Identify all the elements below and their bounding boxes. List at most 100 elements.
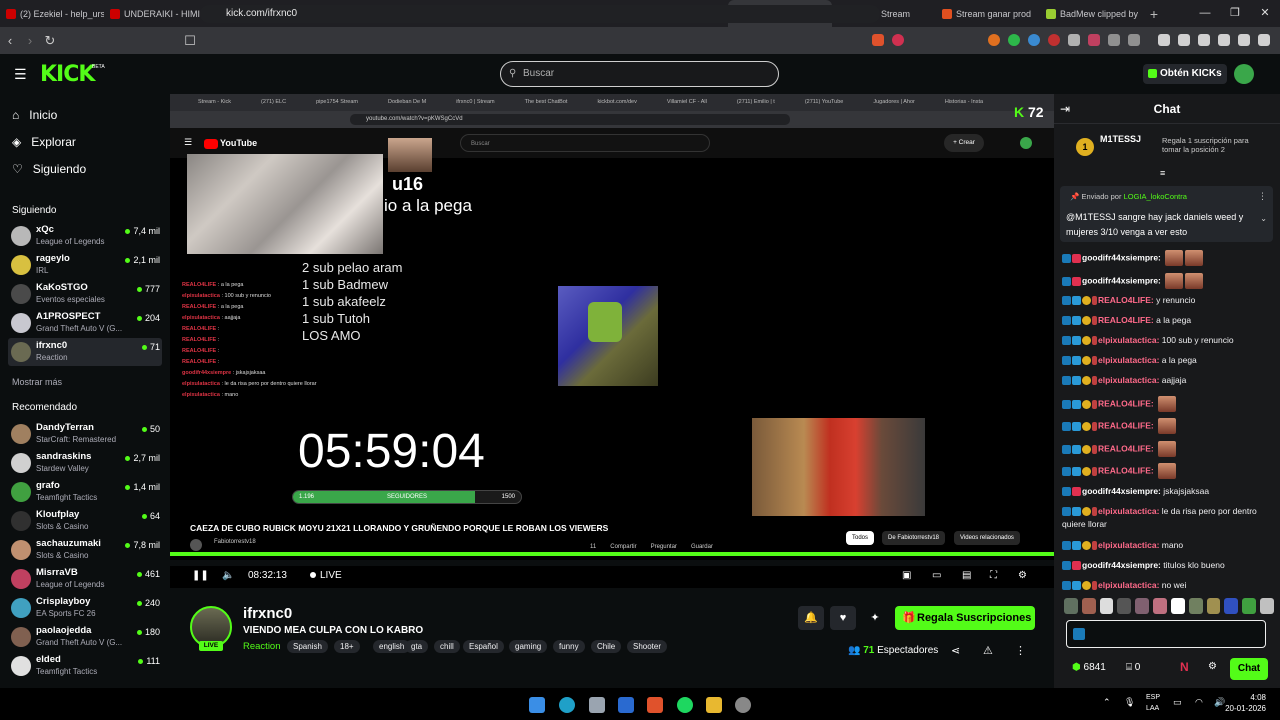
stream-category[interactable]: Reaction xyxy=(243,641,281,652)
wifi-icon[interactable]: ◠ xyxy=(1195,697,1203,708)
chat-username[interactable]: elpixulatactica: xyxy=(1098,375,1159,385)
store-icon[interactable] xyxy=(618,697,634,713)
emote-icon[interactable] xyxy=(1260,598,1274,614)
media-icon[interactable] xyxy=(1158,34,1170,46)
new-tab-button[interactable]: + xyxy=(1144,6,1164,22)
obs-icon[interactable] xyxy=(735,697,751,713)
chat-username[interactable]: elpixulatactica: xyxy=(1098,506,1159,516)
reload-icon[interactable]: ↻ xyxy=(40,33,60,49)
user-avatar[interactable] xyxy=(1234,64,1254,84)
windows-start-icon[interactable] xyxy=(529,697,545,713)
emote-icon[interactable] xyxy=(1117,598,1132,614)
channel-name[interactable]: ifrxnc0 xyxy=(243,605,292,622)
stream-tag[interactable]: 18+ xyxy=(334,640,360,653)
emote-icon[interactable] xyxy=(1064,598,1078,614)
fullscreen-icon[interactable]: ⛶ xyxy=(990,570,997,581)
sidebar-channel-paolaojedda[interactable]: paolaojedda Grand Theft Auto V (G... 180 xyxy=(8,623,162,651)
chat-username[interactable]: REALO4LIFE: xyxy=(1098,465,1154,475)
emote-icon[interactable] xyxy=(1170,598,1185,614)
chat-username[interactable]: REALO4LIFE: xyxy=(1098,443,1154,453)
brave-shield-icon[interactable] xyxy=(872,34,884,46)
close-window-button[interactable]: ✕ xyxy=(1250,0,1280,27)
stream-tag[interactable]: Español xyxy=(463,640,504,653)
report-icon[interactable]: ⚠ xyxy=(983,644,993,657)
chat-username[interactable]: REALO4LIFE: xyxy=(1098,295,1154,305)
stream-tag[interactable]: funny xyxy=(553,640,585,653)
chat-username[interactable]: REALO4LIFE: xyxy=(1098,315,1154,325)
sidebar-channel-a1prospect[interactable]: A1PROSPECT Grand Theft Auto V (G... 204 xyxy=(8,309,162,337)
maximize-button[interactable]: ❐ xyxy=(1220,0,1250,27)
chat-username[interactable]: goodifr44xsiempre: xyxy=(1082,252,1161,262)
pinned-options-icon[interactable]: ⋮ xyxy=(1258,191,1267,202)
collapse-chat-icon[interactable]: ⇥ xyxy=(1060,102,1070,116)
sidebar-channel-dandyterran[interactable]: DandyTerran StarCraft: Remastered 50 xyxy=(8,420,162,448)
extension-icon[interactable] xyxy=(1008,34,1020,46)
mic-icon[interactable]: 🎙 xyxy=(1124,697,1135,708)
emote-icon[interactable] xyxy=(1206,598,1221,614)
emote-icon[interactable] xyxy=(1242,598,1257,614)
sparkle-button[interactable]: ✦ xyxy=(862,606,888,630)
emote-icon[interactable] xyxy=(1153,598,1167,614)
points-display[interactable]: ⬢ 6841 xyxy=(1072,662,1106,673)
kick-logo[interactable]: KICK xyxy=(40,62,95,87)
nav-siguiendo[interactable]: ♡ Siguiendo xyxy=(12,162,86,176)
extension-icon[interactable] xyxy=(1048,34,1060,46)
nav-explorar[interactable]: ◈ Explorar xyxy=(12,135,76,149)
stream-tag[interactable]: gaming xyxy=(509,640,548,653)
browser-tab[interactable]: (2) Ezekiel - help_urself xyxy=(0,0,104,27)
extension-icon[interactable] xyxy=(1068,34,1080,46)
spotify-icon[interactable] xyxy=(677,697,693,713)
chat-username[interactable]: REALO4LIFE: xyxy=(1098,420,1154,430)
chat-username[interactable]: elpixulatactica: xyxy=(1098,335,1159,345)
sidebar-channel-sandraskins[interactable]: sandraskins Stardew Valley 2,7 mil xyxy=(8,449,162,477)
system-clock[interactable]: 4:08 20-01-2026 xyxy=(1225,692,1266,714)
sidebar-channel-crisplayboy[interactable]: Crisplayboy EA Sports FC 26 240 xyxy=(8,594,162,622)
pause-icon[interactable]: ❚❚ xyxy=(192,570,209,581)
stream-tag[interactable]: Shooter xyxy=(627,640,668,653)
language-indicator[interactable]: ESP LAA xyxy=(1146,692,1160,714)
sidebar-channel-elded[interactable]: elded Teamfight Tactics 111 xyxy=(8,652,162,680)
settings-icon[interactable]: ⚙ xyxy=(1018,570,1027,581)
extension-icon[interactable] xyxy=(1028,34,1040,46)
sidebar-channel-rageylo[interactable]: rageylo IRL 2,1 mil xyxy=(8,251,162,279)
chat-input[interactable] xyxy=(1066,620,1266,648)
share-icon[interactable]: ⋖ xyxy=(951,644,960,657)
browser-tab[interactable]: UNDERAIKI - HIMI xyxy=(104,0,208,27)
search-input[interactable]: ⚲ Buscar xyxy=(500,61,779,87)
stream-tag[interactable]: Spanish xyxy=(287,640,328,653)
chat-username[interactable]: goodifr44xsiempre: xyxy=(1082,560,1161,570)
kick-n-icon[interactable]: N xyxy=(1180,660,1189,674)
emote-icon[interactable] xyxy=(1224,598,1239,614)
playback-progress-bar[interactable] xyxy=(170,552,1054,556)
sidebar-channel-misrravb[interactable]: MisrraVB League of Legends 461 xyxy=(8,565,162,593)
back-icon[interactable]: ‹ xyxy=(0,33,20,48)
stream-tag[interactable]: chill xyxy=(434,640,460,653)
sidebar-channel-sachauzumaki[interactable]: sachauzumaki Slots & Casino 7,8 mil xyxy=(8,536,162,564)
emote-icon[interactable] xyxy=(1081,598,1096,614)
wallet-icon[interactable] xyxy=(1198,34,1210,46)
get-kicks-button[interactable]: Obtén KICKs xyxy=(1143,64,1227,84)
chat-username[interactable]: REALO4LIFE: xyxy=(1098,398,1154,408)
edge-icon[interactable] xyxy=(559,697,575,713)
address-bar[interactable]: kick.com/ifrxnc0 xyxy=(200,5,880,23)
emote-icon[interactable] xyxy=(1099,598,1114,614)
chat-settings-icon[interactable]: ⚙ xyxy=(1208,661,1217,672)
menu-icon[interactable] xyxy=(1258,34,1270,46)
emote-icon[interactable] xyxy=(1188,598,1203,614)
emote-icon[interactable] xyxy=(1135,598,1150,614)
send-chat-button[interactable]: Chat xyxy=(1230,658,1268,680)
vpn-icon[interactable] xyxy=(1238,34,1250,46)
show-more-link[interactable]: Mostrar más xyxy=(12,377,62,387)
file-explorer-icon[interactable] xyxy=(706,697,722,713)
bookmark-icon[interactable]: ☐ xyxy=(180,33,200,49)
network-icon[interactable]: ▭ xyxy=(1173,697,1182,708)
video-player[interactable]: Stream - Kick (271) ELC pipe1754 Stream Dod… xyxy=(170,94,1054,560)
minimize-button[interactable]: — xyxy=(1190,0,1220,27)
pip-icon[interactable]: ▤ xyxy=(962,570,971,581)
chat-username[interactable]: goodifr44xsiempre: xyxy=(1082,275,1161,285)
items-display[interactable]: ⌸ 0 xyxy=(1126,662,1140,673)
sidebar-channel-grafo[interactable]: grafo Teamfight Tactics 1,4 mil xyxy=(8,478,162,506)
sidebar-channel-kloufplay[interactable]: Kloufplay Slots & Casino 64 xyxy=(8,507,162,535)
expand-pinned-icon[interactable]: ⌄ xyxy=(1260,214,1267,223)
volume-icon[interactable]: 🔈 xyxy=(222,570,234,581)
